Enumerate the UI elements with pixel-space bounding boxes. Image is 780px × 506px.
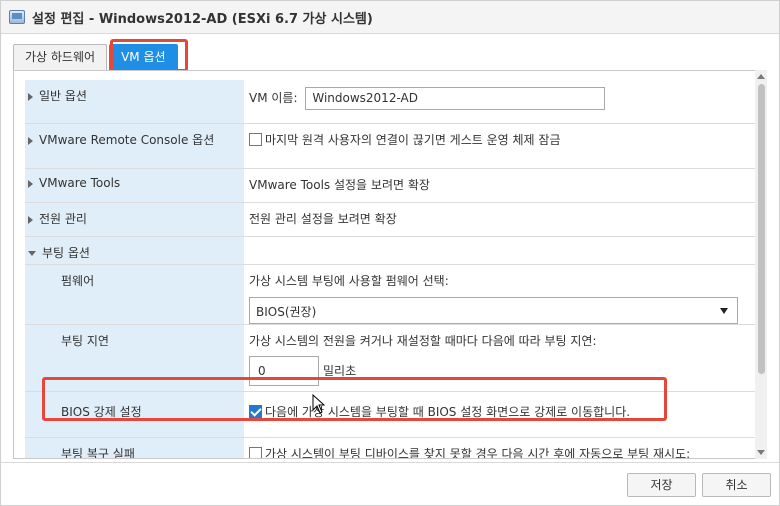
row-power-label[interactable]: 전원 관리 <box>25 203 244 236</box>
scroll-up-icon[interactable] <box>757 74 765 79</box>
tab-bar: 가상 하드웨어 VM 옵션 <box>13 44 180 70</box>
row-general-label[interactable]: 일반 옵션 <box>25 80 244 123</box>
boot-delay-input[interactable]: 0 <box>249 356 319 386</box>
row-vmrc-value: 마지막 원격 사용자의 연결이 끊기면 게스트 운영 체제 잠금 <box>244 124 756 168</box>
boot-retry-checkbox-label: 가상 시스템이 부팅 디바이스를 찾지 못할 경우 다음 시간 후에 자동으로 … <box>265 447 691 459</box>
boot-delay-value: 가상 시스템의 전원을 켜거나 재설정할 때마다 다음에 따라 부팅 지연: 0… <box>244 325 756 391</box>
options-list: 일반 옵션 VM 이름: Windows2012-AD VMware Remot… <box>25 80 756 459</box>
firmware-label: 펌웨어 <box>25 265 244 324</box>
vm-name-label: VM 이름: <box>249 91 298 105</box>
options-panel: 일반 옵션 VM 이름: Windows2012-AD VMware Remot… <box>13 70 767 459</box>
firmware-select[interactable]: BIOS(권장) <box>249 297 738 324</box>
firmware-selected-value: BIOS(권장) <box>256 305 317 319</box>
row-general-options: 일반 옵션 VM 이름: Windows2012-AD <box>25 80 756 124</box>
cancel-button[interactable]: 취소 <box>702 473 771 497</box>
row-vmtools-label[interactable]: VMware Tools <box>25 169 244 202</box>
row-boot-retry: 부팅 복구 실패 가상 시스템이 부팅 디바이스를 찾지 못할 경우 다음 시간… <box>25 438 756 459</box>
boot-retry-label: 부팅 복구 실패 <box>25 438 244 458</box>
row-power-value: 전원 관리 설정을 보려면 확장 <box>249 212 397 226</box>
dialog-footer: 저장 취소 <box>1 462 779 505</box>
force-bios-value: 다음에 가상 시스템을 부팅할 때 BIOS 설정 화면으로 강제로 이동합니다… <box>244 392 756 437</box>
tab-vm-options[interactable]: VM 옵션 <box>109 44 178 70</box>
force-bios-label: BIOS 강제 설정 <box>25 392 244 437</box>
titlebar: 설정 편집 - Windows2012-AD (ESXi 6.7 가상 시스템) <box>1 1 779 34</box>
lock-guest-label: 마지막 원격 사용자의 연결이 끊기면 게스트 운영 체제 잠금 <box>265 133 561 147</box>
row-general-value: VM 이름: Windows2012-AD <box>244 80 756 123</box>
lock-guest-checkbox[interactable] <box>249 133 262 146</box>
vm-icon <box>9 10 25 24</box>
row-vmware-tools: VMware Tools VMware Tools 설정을 보려면 확장 <box>25 169 756 203</box>
firmware-value: 가상 시스템 부팅에 사용할 펌웨어 선택: BIOS(권장) <box>244 265 756 324</box>
vertical-scrollbar[interactable] <box>755 70 767 459</box>
expand-arrow-icon[interactable] <box>28 136 33 145</box>
row-boot-options: 부팅 옵션 <box>25 237 756 265</box>
force-bios-checkbox-label: 다음에 가상 시스템을 부팅할 때 BIOS 설정 화면으로 강제로 이동합니다… <box>265 405 631 419</box>
row-vmrc-options: VMware Remote Console 옵션 마지막 원격 사용자의 연결이… <box>25 124 756 169</box>
scroll-down-icon[interactable] <box>757 450 765 455</box>
row-force-bios: BIOS 강제 설정 다음에 가상 시스템을 부팅할 때 BIOS 설정 화면으… <box>25 392 756 438</box>
boot-delay-unit: 밀리초 <box>323 364 357 378</box>
row-boot-delay: 부팅 지연 가상 시스템의 전원을 켜거나 재설정할 때마다 다음에 따라 부팅… <box>25 325 756 392</box>
vm-name-input[interactable]: Windows2012-AD <box>305 87 606 110</box>
collapse-arrow-icon[interactable] <box>28 251 36 256</box>
dialog-title: 설정 편집 - Windows2012-AD (ESXi 6.7 가상 시스템) <box>32 11 373 27</box>
row-boot-value <box>244 237 756 264</box>
row-firmware: 펌웨어 가상 시스템 부팅에 사용할 펌웨어 선택: BIOS(권장) <box>25 265 756 325</box>
row-vmtools-value: VMware Tools 설정을 보려면 확장 <box>249 178 430 192</box>
save-button[interactable]: 저장 <box>627 473 696 497</box>
edit-settings-dialog: 설정 편집 - Windows2012-AD (ESXi 6.7 가상 시스템)… <box>0 0 780 506</box>
boot-delay-label: 부팅 지연 <box>25 325 244 391</box>
expand-arrow-icon[interactable] <box>28 179 33 188</box>
expand-arrow-icon[interactable] <box>28 92 33 101</box>
boot-retry-value: 가상 시스템이 부팅 디바이스를 찾지 못할 경우 다음 시간 후에 자동으로 … <box>244 438 756 459</box>
dropdown-caret-icon <box>720 308 728 314</box>
force-bios-checkbox[interactable] <box>249 405 262 418</box>
row-power-management: 전원 관리 전원 관리 설정을 보려면 확장 <box>25 203 756 237</box>
boot-retry-checkbox[interactable] <box>249 447 262 458</box>
firmware-description: 가상 시스템 부팅에 사용할 펌웨어 선택: <box>249 274 449 288</box>
boot-delay-description: 가상 시스템의 전원을 켜거나 재설정할 때마다 다음에 따라 부팅 지연: <box>249 334 597 348</box>
row-vmrc-label[interactable]: VMware Remote Console 옵션 <box>25 124 244 168</box>
tab-virtual-hardware[interactable]: 가상 하드웨어 <box>13 44 108 70</box>
scroll-thumb[interactable] <box>758 84 765 374</box>
expand-arrow-icon[interactable] <box>28 215 33 224</box>
row-boot-label[interactable]: 부팅 옵션 <box>25 237 244 264</box>
